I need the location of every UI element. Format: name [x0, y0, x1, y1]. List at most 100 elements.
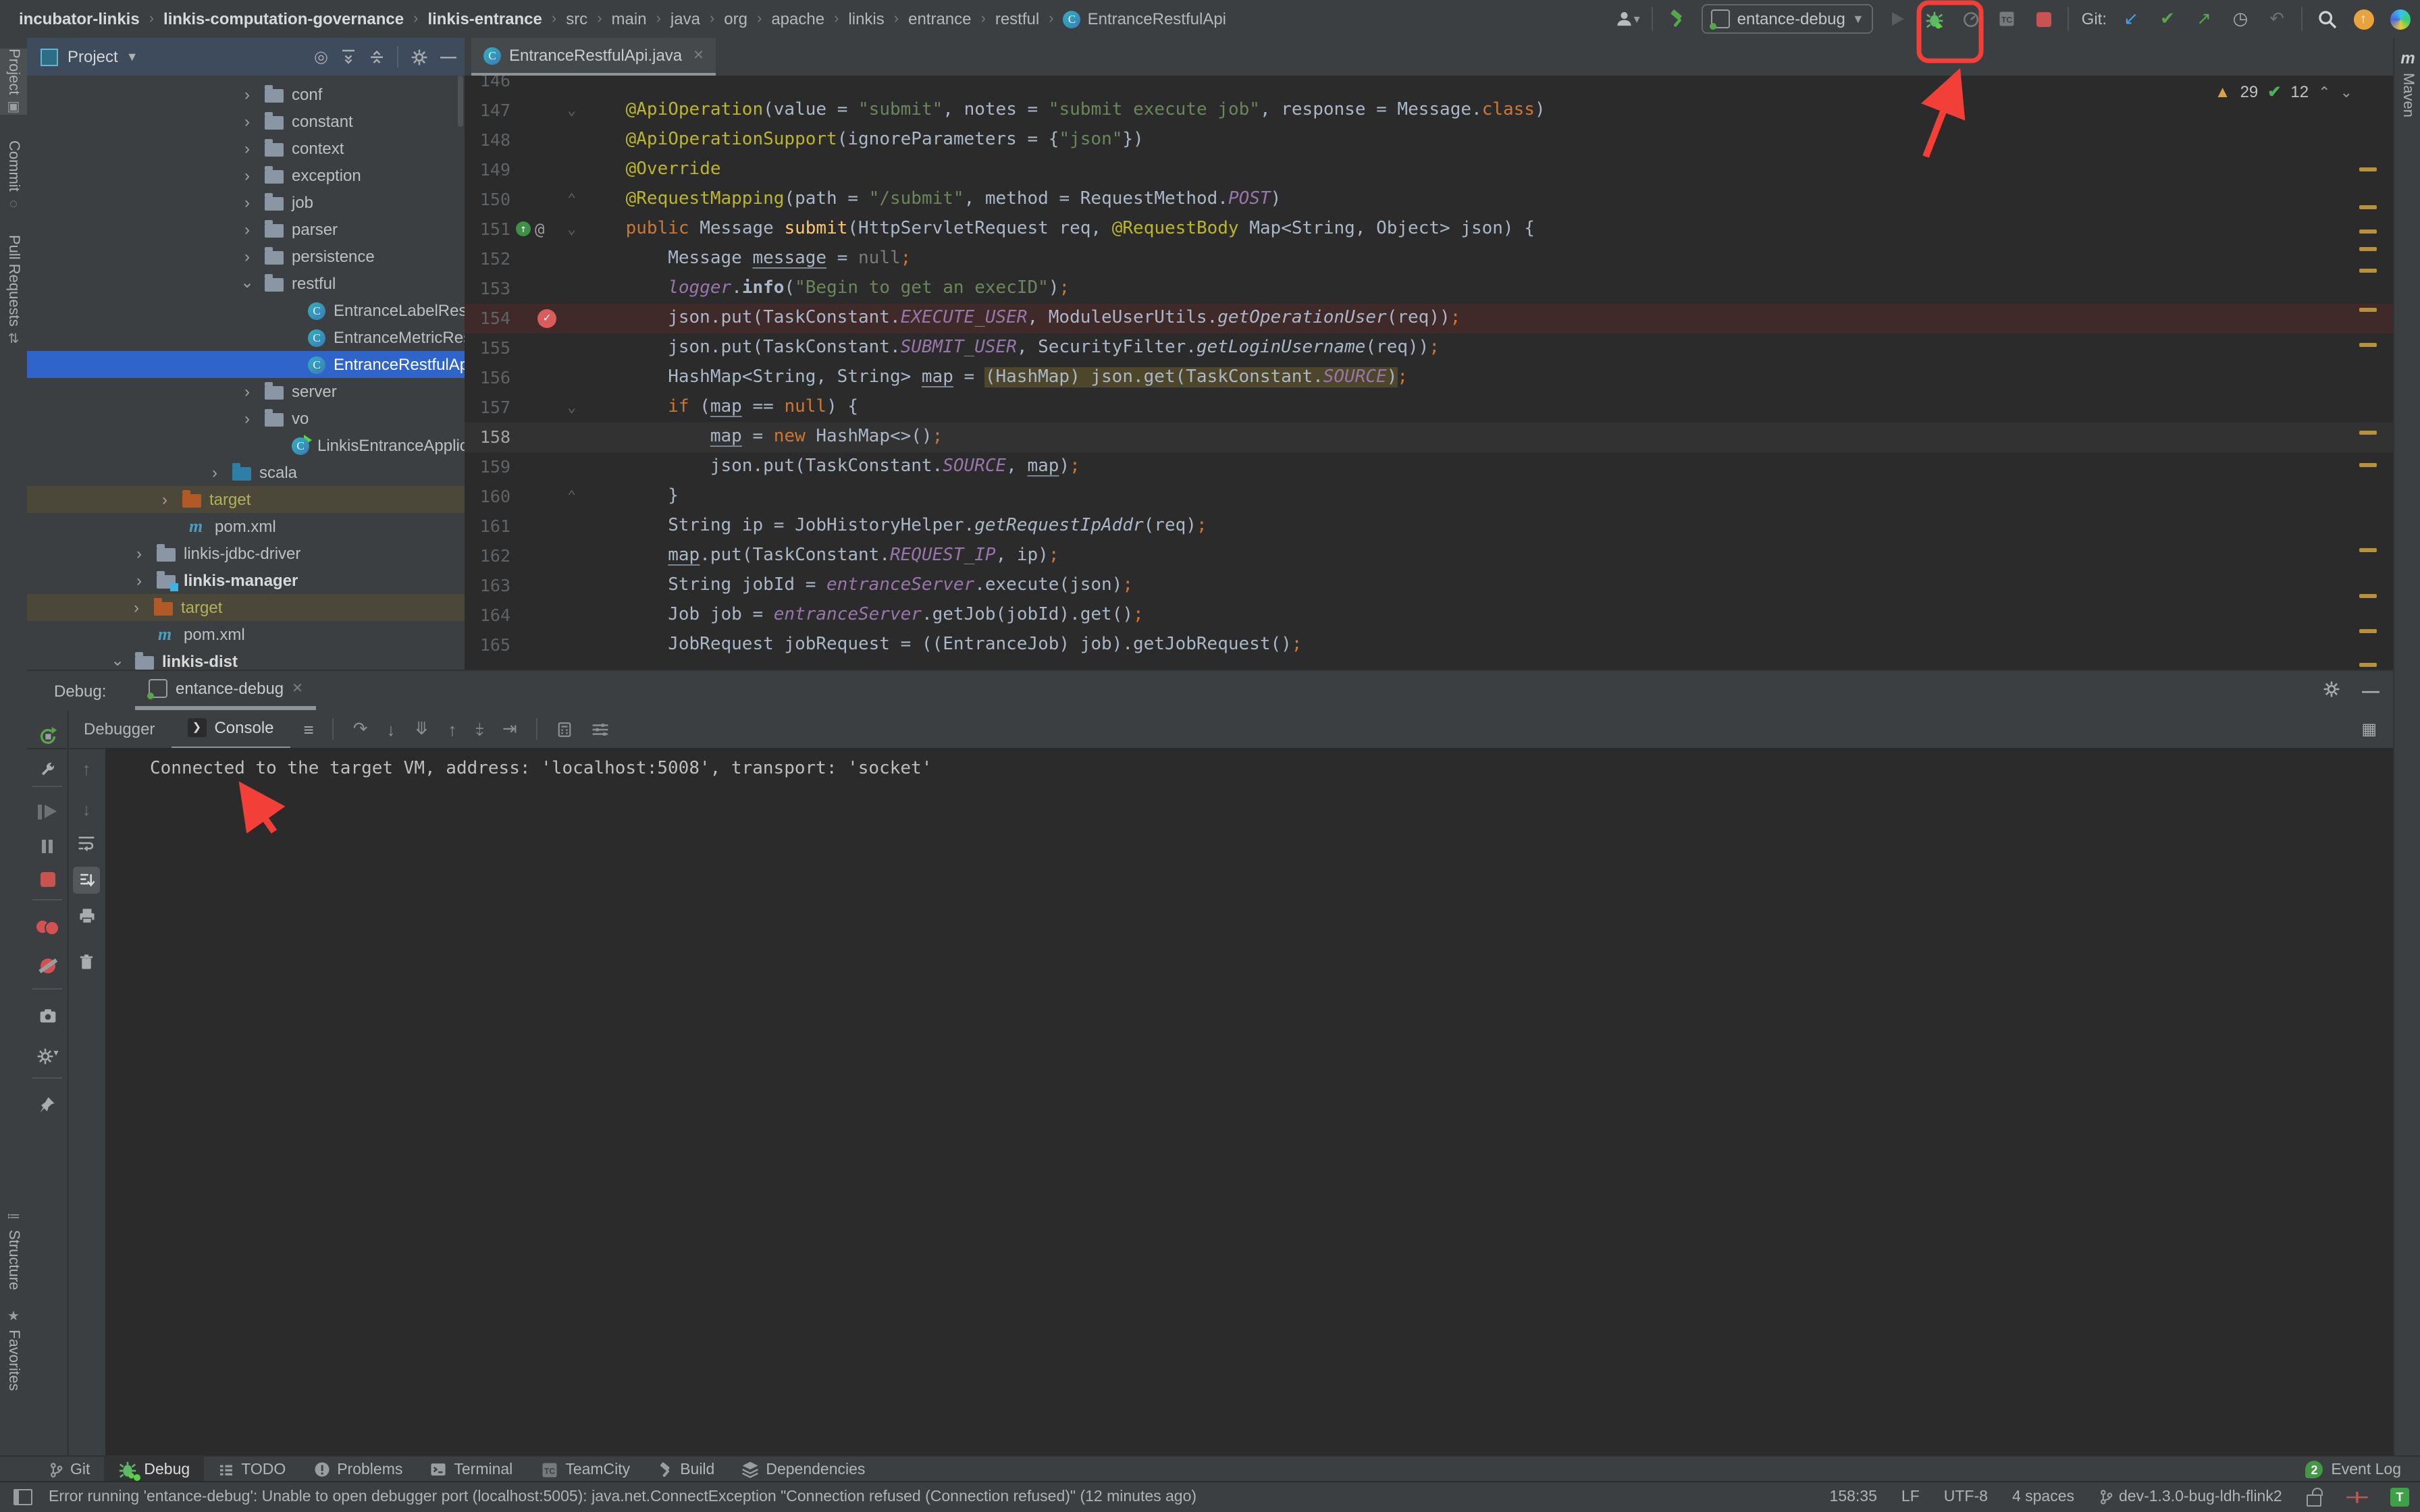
print-icon[interactable]	[68, 907, 105, 925]
project-panel-title[interactable]: Project	[68, 47, 118, 66]
breadcrumb-item[interactable]: linkis-entrance	[427, 9, 542, 28]
tree-item-annotation[interactable]: ›annotation	[27, 76, 465, 81]
warning-tick[interactable]	[2359, 247, 2377, 251]
toolwindow-button-todo[interactable]: TODO	[203, 1457, 299, 1482]
warning-tick[interactable]	[2359, 269, 2377, 273]
warning-tick[interactable]	[2359, 548, 2377, 552]
down-stack-icon[interactable]: ↓	[68, 799, 105, 819]
sidebar-item-pull-requests[interactable]: Pull Requests⇅	[0, 235, 27, 347]
code-line-163[interactable]: 163 String jobId = entranceServer.execut…	[465, 571, 2393, 601]
git-push-icon[interactable]: ↗	[2192, 7, 2216, 31]
pause-icon[interactable]	[27, 840, 68, 853]
code-line-149[interactable]: 149 @Override	[465, 155, 2393, 185]
toolwindow-button-debug[interactable]: Debug	[103, 1457, 203, 1482]
ide-sphere-icon[interactable]	[2388, 7, 2412, 31]
chevron-right-icon[interactable]: ›	[132, 544, 146, 563]
tree-item-scala[interactable]: ›scala	[27, 459, 465, 486]
chevron-down-icon[interactable]: ⌄	[240, 272, 254, 291]
teamcity-status-icon[interactable]: T	[2390, 1488, 2409, 1507]
chevron-down-icon[interactable]: ▼	[126, 50, 138, 63]
run-config-select[interactable]: entance-debug▼	[1702, 4, 1874, 34]
tree-item-linkisentranceapplication[interactable]: CLinkisEntranceApplication	[27, 432, 465, 459]
profiler-icon[interactable]	[1959, 7, 1983, 31]
code-line-156[interactable]: 156 HashMap<String, String> map = (HashM…	[465, 363, 2393, 393]
drop-frame-icon[interactable]: ⤈	[475, 718, 483, 740]
line-separator[interactable]: LF	[1901, 1489, 1920, 1505]
undo-icon[interactable]: ↶	[2265, 7, 2289, 31]
run-icon[interactable]	[1886, 7, 1910, 31]
evaluate-icon[interactable]	[556, 720, 573, 738]
rerun-icon[interactable]	[27, 726, 68, 747]
code-line-158[interactable]: 158 map = new HashMap<>();	[465, 423, 2393, 452]
warning-tick[interactable]	[2359, 594, 2377, 598]
code-line-160[interactable]: 160⌃ }	[465, 482, 2393, 512]
code-line-165[interactable]: 165 JobRequest jobRequest = ((EntranceJo…	[465, 630, 2393, 660]
sidebar-item-commit[interactable]: Commit◌	[0, 140, 27, 212]
chevron-right-icon[interactable]: ›	[158, 490, 172, 509]
chevron-right-icon[interactable]: ›	[132, 571, 146, 590]
next-issue-icon[interactable]: ⌄	[2340, 83, 2352, 101]
chevron-right-icon[interactable]: ›	[130, 598, 143, 617]
gear-icon[interactable]	[411, 48, 428, 65]
tree-item-context[interactable]: ›context	[27, 135, 465, 162]
chevron-right-icon[interactable]: ›	[240, 139, 254, 158]
code-line-154[interactable]: 154✓ json.put(TaskConstant.EXECUTE_USER,…	[465, 304, 2393, 333]
code-line-150[interactable]: 150⌃ @RequestMapping(path = "/submit", m…	[465, 185, 2393, 215]
resume-icon[interactable]	[27, 805, 68, 819]
warning-tick[interactable]	[2359, 343, 2377, 347]
code-line-146[interactable]: 146	[465, 76, 2393, 96]
toolwindow-button-teamcity[interactable]: TCTeamCity	[526, 1457, 643, 1482]
tree-item-linkis-jdbc-driver[interactable]: ›linkis-jdbc-driver	[27, 540, 465, 567]
fold-icon[interactable]: ⌃	[567, 185, 576, 215]
modify-run-config-icon[interactable]	[27, 761, 68, 779]
close-icon[interactable]: ✕	[292, 681, 303, 696]
tree-item-entrancerestfulapi[interactable]: CEntranceRestfulApi	[27, 351, 465, 378]
breadcrumb-item[interactable]: main	[612, 9, 647, 28]
breadcrumb-file[interactable]: CEntranceRestfulApi	[1063, 9, 1226, 28]
tree-item-vo[interactable]: ›vo	[27, 405, 465, 432]
code-line-161[interactable]: 161 String ip = JobHistoryHelper.getRequ…	[465, 512, 2393, 541]
step-over-icon[interactable]: ↷	[353, 718, 368, 740]
expand-all-icon[interactable]	[340, 49, 357, 65]
tree-item-linkis-manager[interactable]: ›linkis-manager	[27, 567, 465, 594]
warning-tick[interactable]	[2359, 167, 2377, 171]
chevron-down-icon[interactable]: ⌄	[111, 650, 124, 669]
tree-item-conf[interactable]: ›conf	[27, 81, 465, 108]
pin-icon[interactable]	[27, 1096, 68, 1112]
stop-icon[interactable]	[27, 872, 68, 887]
fold-icon[interactable]: ⌄	[567, 96, 576, 126]
breadcrumb-item[interactable]: restful	[995, 9, 1039, 28]
debug-settings-icon[interactable]: ▾	[27, 1048, 68, 1065]
user-icon[interactable]: ▾	[1616, 7, 1640, 31]
hide-icon[interactable]: —	[2362, 680, 2379, 701]
chevron-right-icon[interactable]: ›	[208, 463, 221, 482]
collapse-all-icon[interactable]	[369, 49, 385, 65]
unlock-icon[interactable]	[2307, 1494, 2321, 1506]
git-branch-widget[interactable]: dev-1.3.0-bug-ldh-flink2	[2099, 1489, 2282, 1505]
code-line-164[interactable]: 164 Job job = entranceServer.getJob(jobI…	[465, 601, 2393, 630]
fold-icon[interactable]: ⌄	[567, 393, 576, 423]
breadcrumb-item[interactable]: entrance	[908, 9, 971, 28]
warning-tick[interactable]	[2359, 431, 2377, 435]
toolwindow-button-terminal[interactable]: Terminal	[416, 1457, 526, 1482]
close-icon[interactable]: ✕	[693, 48, 704, 63]
build-hammer-icon[interactable]	[1666, 7, 1690, 31]
step-into-icon[interactable]: ↓	[387, 719, 396, 739]
locate-icon[interactable]: ◎	[314, 47, 328, 66]
warning-tick[interactable]	[2359, 308, 2377, 312]
layout-settings-icon[interactable]	[591, 720, 609, 738]
tree-item-entrancelabelrestfulapi[interactable]: CEntranceLabelRestfulApi	[27, 297, 465, 324]
layout-settings-icon[interactable]: ▦	[2361, 720, 2377, 738]
view-breakpoints-icon[interactable]	[27, 921, 68, 936]
chevron-right-icon[interactable]: ›	[240, 409, 254, 428]
warning-tick[interactable]	[2359, 230, 2377, 234]
mute-breakpoints-icon[interactable]	[27, 959, 68, 973]
layout-icon[interactable]: ≡	[304, 719, 314, 739]
updates-icon[interactable]: ↑	[2351, 7, 2375, 31]
code-line-153[interactable]: 153 logger.info("Begin to get an execID"…	[465, 274, 2393, 304]
coverage-icon[interactable]: TC	[1995, 7, 2020, 31]
tree-item-job[interactable]: ›job	[27, 189, 465, 216]
tree-item-target[interactable]: ›target	[27, 594, 465, 621]
code-line-162[interactable]: 162 map.put(TaskConstant.REQUEST_IP, ip)…	[465, 541, 2393, 571]
maven-m-icon[interactable]: m	[2400, 49, 2415, 68]
